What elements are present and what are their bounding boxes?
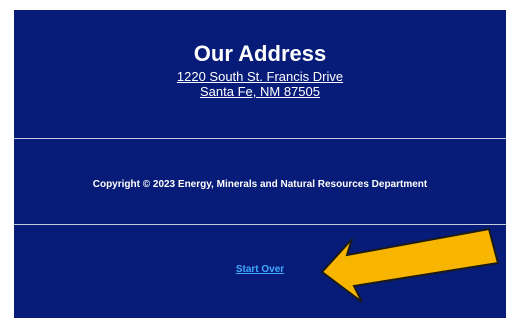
arrow-pointing-left-icon [320, 227, 500, 303]
arrow-shape [320, 227, 500, 303]
